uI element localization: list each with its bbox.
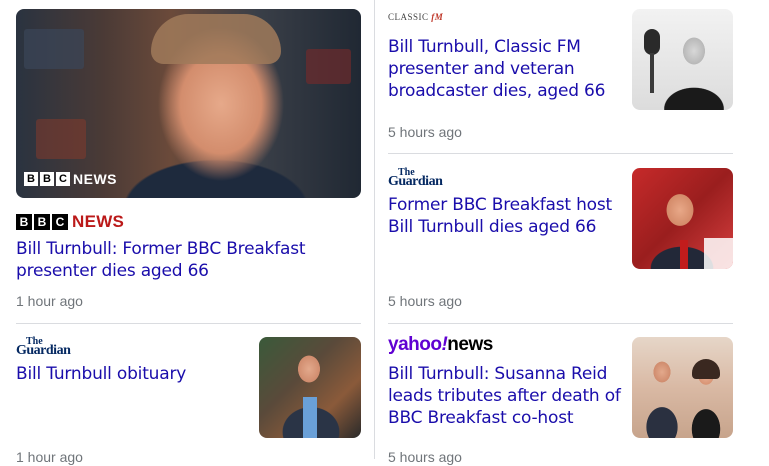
source-logo-classic-fm: CLASSIC fM — [388, 12, 443, 22]
news-card-guardian-obituary[interactable]: The Guardian Bill Turnbull obituary 1 ho… — [0, 326, 370, 465]
article-image-bbc[interactable]: B B C NEWS — [16, 9, 361, 198]
source-logo-guardian: The Guardian — [16, 337, 71, 358]
image-badge-text: NEWS — [73, 171, 117, 187]
article-headline[interactable]: Former BBC Breakfast host Bill Turnbull … — [388, 194, 618, 238]
classic-fm-mark: fM — [431, 12, 444, 22]
yahoo-wordmark: yahoo — [388, 334, 442, 355]
bbc-news-image-badge: B B C NEWS — [24, 171, 117, 187]
news-card-yahoo[interactable]: yahoo!news Bill Turnbull: Susanna Reid l… — [375, 326, 769, 465]
article-thumbnail[interactable] — [632, 9, 733, 110]
classic-wordmark: CLASSIC — [388, 12, 429, 22]
bbc-letter: B — [16, 214, 32, 230]
bbc-letter: B — [34, 214, 50, 230]
news-card-classic-fm[interactable]: CLASSIC fM Bill Turnbull, Classic FM pre… — [375, 0, 769, 152]
article-headline[interactable]: Bill Turnbull obituary — [16, 363, 246, 385]
guardian-name: Guardian — [16, 343, 71, 358]
article-headline[interactable]: Bill Turnbull: Susanna Reid leads tribut… — [388, 363, 623, 429]
source-logo-bbc-news: B B C NEWS — [16, 212, 124, 232]
row-divider — [388, 153, 733, 154]
bbc-news-wordmark: NEWS — [72, 212, 125, 231]
article-headline[interactable]: Bill Turnbull: Former BBC Breakfast pres… — [16, 238, 316, 282]
source-logo-guardian: The Guardian — [388, 168, 443, 189]
bbc-letter: B — [24, 172, 38, 186]
article-timestamp: 1 hour ago — [16, 449, 83, 465]
article-thumbnail[interactable] — [632, 337, 733, 438]
source-logo-yahoo-news: yahoo!news — [388, 334, 493, 356]
news-card-guardian[interactable]: The Guardian Former BBC Breakfast host B… — [375, 155, 769, 320]
bbc-letter: C — [52, 214, 68, 230]
guardian-name: Guardian — [388, 174, 443, 189]
article-timestamp: 1 hour ago — [16, 293, 83, 309]
article-thumbnail[interactable] — [259, 337, 361, 438]
row-divider — [16, 323, 361, 324]
article-headline[interactable]: Bill Turnbull, Classic FM presenter and … — [388, 36, 618, 102]
news-card-bbc[interactable]: B B C NEWS B B C NEWS Bill Turnbull: For… — [0, 0, 370, 320]
article-timestamp: 5 hours ago — [388, 124, 462, 140]
article-thumbnail[interactable] — [632, 168, 733, 269]
bbc-letter: C — [56, 172, 70, 186]
article-timestamp: 5 hours ago — [388, 293, 462, 309]
row-divider — [388, 323, 733, 324]
article-timestamp: 5 hours ago — [388, 449, 462, 465]
yahoo-news-wordmark: news — [447, 334, 493, 355]
bbc-letter: B — [40, 172, 54, 186]
